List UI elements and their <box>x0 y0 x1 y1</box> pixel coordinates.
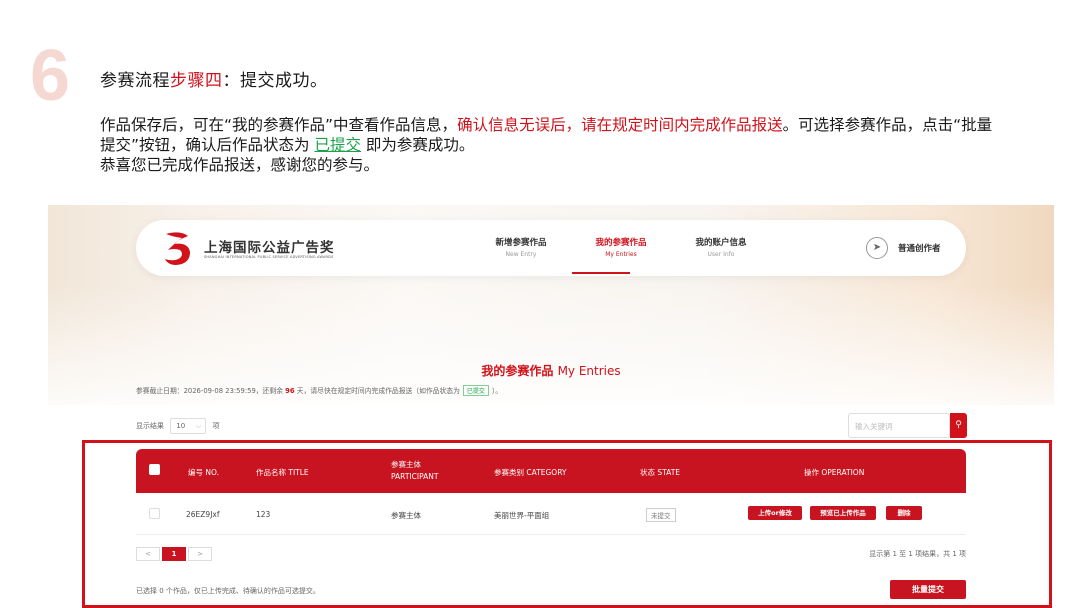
nav-item-user-info[interactable]: 我的账户信息 User Info <box>681 236 761 258</box>
logo-text: 上海国际公益广告奖 <box>204 240 335 256</box>
page-title-en: My Entries <box>557 364 621 378</box>
nav-item-sublabel: New Entry <box>505 251 537 258</box>
desc-line3: 恭喜您已完成作品报送，感谢您的参与。 <box>100 156 380 174</box>
header-operation: 操作 OPERATION <box>804 468 865 477</box>
header-no: 编号 NO. <box>188 468 219 477</box>
nav-item-label: 我的账户信息 <box>695 238 747 248</box>
nav-item-label: 我的参赛作品 <box>595 238 647 248</box>
step-title-suffix: ：提交成功。 <box>222 71 328 91</box>
page-title-cn: 我的参赛作品 <box>481 364 554 378</box>
status-badge: 已提交 <box>462 385 489 396</box>
step-title: 参赛流程步骤四：提交成功。 <box>100 66 328 91</box>
batch-submit-button[interactable]: 批量提交 <box>890 580 966 599</box>
result-count: 显示第 1 至 1 项结果，共 1 项 <box>869 550 966 558</box>
logo-icon <box>165 232 190 265</box>
nav-item-my-entries[interactable]: 我的参赛作品 My Entries <box>581 236 661 258</box>
select-all-checkbox[interactable] <box>149 464 160 475</box>
step-number: 6 <box>30 36 71 116</box>
page-button[interactable]: 1 <box>162 547 186 561</box>
status-badge: 未提交 <box>646 508 676 522</box>
next-page-button[interactable]: > <box>188 547 212 561</box>
step-title-highlight: 步骤四 <box>170 71 223 91</box>
delete-button[interactable]: 删除 <box>886 506 922 520</box>
search-icon: ⚲ <box>955 420 962 430</box>
desc-red: 确认信息无误后，请在规定时间内完成作品报送 <box>457 116 783 134</box>
nav-item-new-entry[interactable]: 新增参赛作品 New Entry <box>481 236 561 258</box>
nav-item-sublabel: User Info <box>707 251 735 258</box>
header-state: 状态 STATE <box>640 468 681 477</box>
page-size-select[interactable]: 10 ⌵ <box>170 418 207 434</box>
header-participant-en: PARTICIPANT <box>391 472 439 481</box>
page-size-unit: 项 <box>212 422 220 430</box>
deadline-mid: 天，请尽快在规定时间内完成作品报送（如作品状态为 <box>294 387 460 395</box>
step-title-prefix: 参赛流程 <box>100 71 170 91</box>
page-size-value: 10 <box>176 422 186 430</box>
banner-fade <box>48 285 1054 425</box>
page-size-label: 显示结果 <box>136 422 164 430</box>
top-nav: 上海国际公益广告奖 SHANGHAI INTERNATIONAL PUBLIC … <box>136 220 966 276</box>
table-header: 编号 NO. 作品名称 TITLE 参赛主体 PARTICIPANT 参赛类别 … <box>136 449 966 493</box>
page-title: 我的参赛作品 My Entries <box>48 362 1054 379</box>
table-row: 26EZ9Jxf 123 参赛主体 美丽世界-平面组 未提交 上传or修改 预览… <box>136 493 966 535</box>
row-checkbox[interactable] <box>149 508 160 519</box>
cell-participant: 参赛主体 <box>391 511 421 520</box>
header-category: 参赛类别 CATEGORY <box>494 468 567 477</box>
header-title: 作品名称 TITLE <box>256 468 309 477</box>
logo-subtext: SHANGHAI INTERNATIONAL PUBLIC SERVICE AD… <box>204 255 334 259</box>
screenshot-panel: 上海国际公益广告奖 SHANGHAI INTERNATIONAL PUBLIC … <box>48 205 1054 608</box>
active-tab-indicator <box>572 272 630 274</box>
cell-title: 123 <box>256 510 271 519</box>
user-name[interactable]: 普通创作者 <box>898 242 941 254</box>
desc-part1: 作品保存后，可在“我的参赛作品”中查看作品信息， <box>100 116 458 134</box>
step-description: 作品保存后，可在“我的参赛作品”中查看作品信息，确认信息无误后，请在规定时间内完… <box>100 115 1000 175</box>
header-participant: 参赛主体 PARTICIPANT <box>391 459 438 483</box>
deadline-days: 96 <box>285 387 295 395</box>
desc-green: 已提交 <box>314 136 361 154</box>
search-input[interactable]: 输入关键词 <box>848 413 950 438</box>
page-size-control: 显示结果 10 ⌵ 项 <box>136 418 219 434</box>
send-icon[interactable]: ➤ <box>866 237 888 259</box>
header-participant-cn: 参赛主体 <box>391 460 421 469</box>
preview-button[interactable]: 预览已上传作品 <box>810 506 876 520</box>
selection-note: 已选择 0 个作品，仅已上传完成、待确认的作品可选提交。 <box>136 587 320 595</box>
search-button[interactable]: ⚲ <box>950 413 967 438</box>
desc-part3: 即为参赛成功。 <box>360 136 475 154</box>
deadline-notice: 参赛截止日期：2026-09-08 23:59:59，还剩余 96 天，请尽快在… <box>136 385 502 396</box>
nav-item-label: 新增参赛作品 <box>495 238 547 248</box>
nav-item-sublabel: My Entries <box>605 251 637 258</box>
deadline-pre: 参赛截止日期：2026-09-08 23:59:59，还剩余 <box>136 387 286 395</box>
deadline-post: ）。 <box>491 387 503 395</box>
prev-page-button[interactable]: < <box>136 547 160 561</box>
cell-no: 26EZ9Jxf <box>186 510 220 519</box>
upload-edit-button[interactable]: 上传or修改 <box>748 506 802 520</box>
cell-category: 美丽世界-平面组 <box>494 511 550 520</box>
chevron-down-icon: ⌵ <box>195 422 202 430</box>
